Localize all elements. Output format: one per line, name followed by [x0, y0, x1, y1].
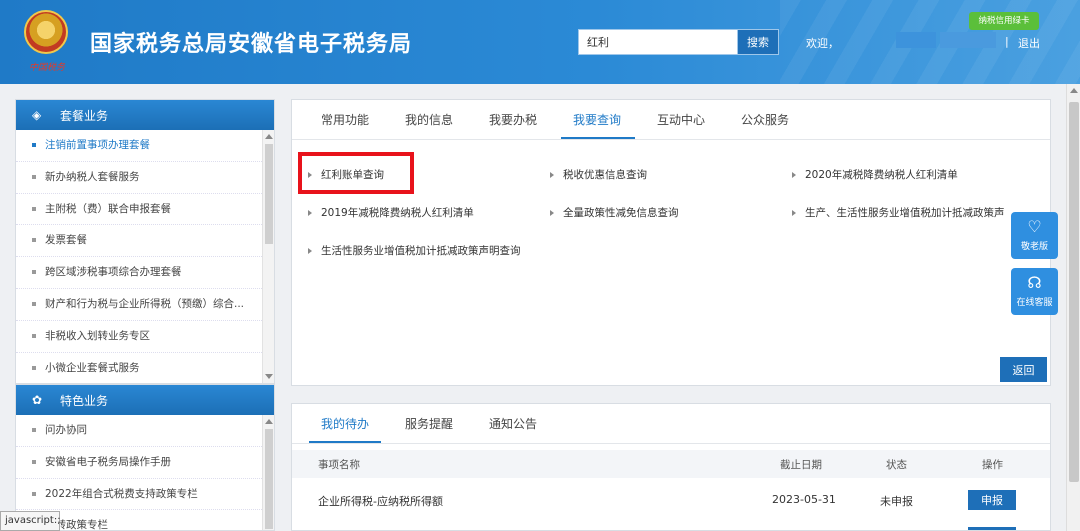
table-header: 事项名称 截止日期 状态 操作: [292, 450, 1050, 478]
scroll-up-icon[interactable]: [265, 419, 273, 424]
window-scrollbar[interactable]: [1066, 84, 1080, 531]
query-link-vat-declaration[interactable]: 生活性服务业增值税加计抵减政策声明查询: [308, 243, 521, 258]
tab-file-tax[interactable]: 我要办税: [489, 111, 537, 128]
todo-tabs: 我的待办 服务提醒 通知公告: [292, 404, 1050, 444]
caret-right-icon: [792, 172, 796, 178]
tab-my-todo[interactable]: 我的待办: [321, 415, 369, 432]
welcome-text: 欢迎，: [806, 37, 839, 50]
masked-username: [896, 32, 936, 48]
sidebar-item[interactable]: 2022年组合式税费支持政策专栏: [16, 479, 262, 511]
sidebar-item[interactable]: 小微企业套餐式服务: [16, 353, 262, 383]
declare-button-partial[interactable]: [968, 527, 1016, 530]
bullet-icon: [32, 333, 36, 338]
column-header: 截止日期: [780, 459, 822, 471]
header-banner: 中国税务 国家税务总局安徽省电子税务局 纳税信用绿卡 搜索 欢迎， | 退出: [0, 0, 1080, 84]
headset-icon: ☊: [1027, 273, 1042, 292]
tab-query[interactable]: 我要查询: [573, 111, 621, 128]
column-header: 操作: [982, 459, 1003, 471]
sidebar-section-header[interactable]: ✿ 特色业务: [16, 385, 274, 415]
logout-link[interactable]: 退出: [1018, 35, 1040, 51]
bullet-icon: [32, 174, 36, 179]
scroll-down-icon[interactable]: [265, 374, 273, 379]
bullet-icon: [32, 428, 36, 432]
sidebar-package-services: ◈ 套餐业务 注销前置事项办理套餐 新办纳税人套餐服务 主附税（费）联合申报套餐…: [15, 99, 275, 384]
tab-my-info[interactable]: 我的信息: [405, 111, 453, 128]
bullet-icon: [32, 238, 36, 243]
bullet-icon: [32, 206, 36, 211]
sidebar-item[interactable]: 新办纳税人套餐服务: [16, 162, 262, 194]
sidebar-item[interactable]: 非税收入划转业务专区: [16, 321, 262, 353]
elder-mode-icon: ♡: [1027, 217, 1042, 236]
masked-company: [940, 32, 996, 48]
credit-badge-button[interactable]: 纳税信用绿卡: [969, 12, 1039, 30]
todo-deadline: 2023-05-31: [772, 493, 836, 506]
query-link-tax-incentive[interactable]: 税收优惠信息查询: [550, 167, 647, 182]
sidebar-item[interactable]: 财产和行为税与企业所得税（预缴）综合...: [16, 289, 262, 321]
active-tab-indicator: [309, 441, 381, 443]
sidebar-section-title: 特色业务: [60, 393, 109, 408]
scrollbar-thumb[interactable]: [265, 144, 273, 244]
sidebar-section-header[interactable]: ◈ 套餐业务: [16, 100, 274, 130]
sidebar-scrollbar[interactable]: [262, 130, 274, 383]
function-panel: 常用功能 我的信息 我要办税 我要查询 互动中心 公众服务 红利账单查询 税收优…: [291, 99, 1051, 386]
sidebar-list: 注销前置事项办理套餐 新办纳税人套餐服务 主附税（费）联合申报套餐 发票套餐 跨…: [16, 130, 274, 383]
scroll-up-icon[interactable]: [1070, 88, 1078, 93]
bullet-icon: [32, 270, 36, 275]
bullet-icon: [32, 491, 36, 496]
layers-icon: ◈: [32, 108, 42, 122]
tab-interaction[interactable]: 互动中心: [657, 111, 705, 128]
sidebar-item[interactable]: 问办协同: [16, 415, 262, 447]
sidebar-scrollbar[interactable]: [262, 415, 274, 530]
caret-right-icon: [308, 210, 312, 216]
tax-emblem-icon: [24, 10, 68, 54]
elder-mode-button[interactable]: ♡ 敬老版: [1011, 212, 1058, 259]
bullet-icon: [32, 365, 36, 370]
header-separator: |: [1005, 35, 1009, 48]
sidebar-item[interactable]: 主附税（费）联合申报套餐: [16, 194, 262, 226]
declare-button[interactable]: 申报: [968, 490, 1016, 510]
tab-common[interactable]: 常用功能: [321, 111, 369, 128]
status-bar-url: javascript:;: [0, 511, 61, 531]
annotation-highlight-box: [298, 152, 414, 194]
bullet-icon: [32, 301, 36, 306]
bullet-icon: [32, 459, 36, 464]
query-link-2019-dividend[interactable]: 2019年减税降费纳税人红利清单: [308, 205, 474, 220]
search-input[interactable]: [578, 29, 738, 55]
todo-status: 未申报: [880, 495, 913, 508]
query-link-2020-dividend[interactable]: 2020年减税降费纳税人红利清单: [792, 167, 958, 182]
column-header: 事项名称: [318, 459, 360, 471]
caret-right-icon: [550, 210, 554, 216]
caret-right-icon: [550, 172, 554, 178]
scrollbar-thumb[interactable]: [265, 429, 273, 529]
site-title: 国家税务总局安徽省电子税务局: [90, 32, 413, 57]
sidebar-item[interactable]: 跨区域涉税事项综合办理套餐: [16, 257, 262, 289]
todo-panel: 我的待办 服务提醒 通知公告 事项名称 截止日期 状态 操作 企业所得税-应纳税…: [291, 403, 1051, 531]
emblem-signature: 中国税务: [28, 63, 65, 73]
search-button[interactable]: 搜索: [737, 29, 779, 55]
tab-service-reminder[interactable]: 服务提醒: [405, 415, 453, 432]
scrollbar-thumb[interactable]: [1069, 102, 1079, 482]
query-link-policy-exemption[interactable]: 全量政策性减免信息查询: [550, 205, 679, 220]
bullet-icon: [32, 143, 36, 147]
active-tab-indicator: [561, 137, 635, 139]
online-service-button[interactable]: ☊ 在线客服: [1011, 268, 1058, 315]
back-button[interactable]: 返回: [1000, 357, 1047, 382]
query-link-vat-deduction[interactable]: 生产、生活性服务业增值税加计抵减政策声: [792, 205, 1028, 220]
sidebar-item[interactable]: 安徽省电子税务局操作手册: [16, 447, 262, 479]
grid-flower-icon: ✿: [32, 393, 43, 407]
sidebar-item[interactable]: 发票套餐: [16, 225, 262, 258]
caret-right-icon: [792, 210, 796, 216]
sidebar-featured-services: ✿ 特色业务 问办协同 安徽省电子税务局操作手册 2022年组合式税费支持政策专…: [15, 384, 275, 531]
caret-right-icon: [308, 248, 312, 254]
sidebar-section-title: 套餐业务: [60, 108, 109, 123]
column-header: 状态: [886, 459, 907, 471]
tab-public-service[interactable]: 公众服务: [741, 111, 789, 128]
todo-item-name: 企业所得税-应纳税所得额: [318, 495, 443, 508]
main-tabs: 常用功能 我的信息 我要办税 我要查询 互动中心 公众服务: [292, 100, 1050, 140]
tab-notice[interactable]: 通知公告: [489, 415, 537, 432]
sidebar-item[interactable]: 注销前置事项办理套餐: [16, 130, 262, 162]
scroll-up-icon[interactable]: [265, 134, 273, 139]
